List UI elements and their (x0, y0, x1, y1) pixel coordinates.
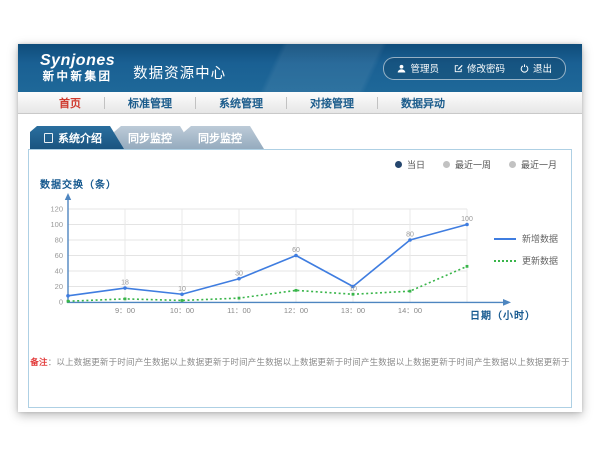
svg-text:10: 10 (178, 286, 186, 293)
svg-text:0: 0 (59, 298, 63, 307)
svg-text:30: 30 (235, 270, 243, 277)
chart-y-axis-title: 数据交换（条） (40, 176, 117, 191)
chart-legend: 新增数据 更新数据 (494, 232, 558, 267)
blue-line-sample-icon (494, 238, 516, 240)
svg-text:20: 20 (55, 282, 63, 291)
power-icon (520, 64, 529, 73)
nav-item-system-mgmt[interactable]: 系统管理 (196, 95, 286, 111)
tab-sync-monitor-1[interactable]: 同步监控 (114, 126, 194, 149)
svg-text:10: 10 (349, 286, 357, 293)
user-toolbar: 管理员 修改密码 退出 (383, 57, 566, 80)
legend-label: 更新数据 (522, 254, 558, 267)
svg-text:13：00: 13：00 (341, 306, 365, 315)
radio-label: 最近一月 (521, 158, 557, 171)
chart-x-axis-title: 日期（小时） (470, 307, 536, 322)
svg-text:40: 40 (55, 267, 63, 276)
footnote-label: 备注 (30, 357, 47, 367)
logout-button[interactable]: 退出 (520, 61, 552, 75)
logo-en-text: Synjones (40, 53, 115, 70)
tab-system-intro[interactable]: 系统介绍 (30, 126, 124, 149)
change-password-label: 修改密码 (467, 61, 505, 75)
tab-sync-monitor-2[interactable]: 同步监控 (184, 126, 264, 149)
svg-text:60: 60 (55, 251, 63, 260)
company-logo: Synjones 新中新集团 (40, 53, 115, 84)
svg-text:10：00: 10：00 (170, 306, 194, 315)
radio-label: 当日 (407, 158, 425, 171)
svg-text:11：00: 11：00 (227, 306, 251, 315)
radio-dot-icon (395, 161, 402, 168)
logo-cn-text: 新中新集团 (40, 71, 115, 83)
svg-text:100: 100 (50, 220, 63, 229)
tab-label: 同步监控 (128, 130, 172, 146)
radio-dot-icon (509, 161, 516, 168)
change-password-button[interactable]: 修改密码 (454, 61, 505, 75)
svg-text:100: 100 (461, 216, 473, 223)
svg-text:9：00: 9：00 (115, 306, 135, 315)
svg-text:14：00: 14：00 (398, 306, 422, 315)
legend-item-updated-data[interactable]: 更新数据 (494, 254, 558, 267)
svg-text:80: 80 (406, 232, 414, 239)
svg-text:12：00: 12：00 (284, 306, 308, 315)
time-range-filter: 当日 最近一周 最近一月 (395, 158, 557, 171)
user-menu[interactable]: 管理员 (397, 61, 439, 75)
nav-item-data-change[interactable]: 数据异动 (378, 95, 468, 111)
page-card: Synjones 新中新集团 数据资源中心 管理员 修改密码 退出 (18, 44, 582, 412)
page-title: 数据资源中心 (133, 62, 226, 83)
app-header: Synjones 新中新集团 数据资源中心 管理员 修改密码 退出 (18, 44, 582, 92)
nav-item-interface-mgmt[interactable]: 对接管理 (287, 95, 377, 111)
edit-icon (454, 64, 463, 73)
user-icon (397, 64, 406, 73)
svg-text:18: 18 (121, 280, 129, 287)
document-icon (44, 133, 53, 143)
nav-item-home[interactable]: 首页 (36, 95, 104, 111)
main-nav: 首页 标准管理 系统管理 对接管理 数据异动 (18, 92, 582, 114)
tab-label: 系统介绍 (58, 130, 102, 146)
tab-label: 同步监控 (198, 130, 242, 146)
radio-last-month[interactable]: 最近一月 (509, 158, 557, 171)
radio-label: 最近一周 (455, 158, 491, 171)
footnote-text: ：以上数据更新于时间产生数据以上数据更新于时间产生数据以上数据更新于时间产生数据… (48, 357, 570, 367)
svg-text:60: 60 (292, 247, 300, 254)
radio-dot-icon (443, 161, 450, 168)
radio-last-week[interactable]: 最近一周 (443, 158, 491, 171)
nav-item-standard-mgmt[interactable]: 标准管理 (105, 95, 195, 111)
footnote: 备注：以上数据更新于时间产生数据以上数据更新于时间产生数据以上数据更新于时间产生… (29, 356, 571, 368)
content-panel: 当日 最近一周 最近一月 数据交换（条） 0 20 40 60 80 100 120 9：00… (28, 149, 572, 408)
logout-label: 退出 (533, 61, 552, 75)
green-dotted-sample-icon (494, 260, 516, 262)
legend-label: 新增数据 (522, 232, 558, 245)
tab-bar: 系统介绍 同步监控 同步监控 (18, 126, 582, 149)
svg-text:120: 120 (50, 205, 63, 214)
radio-today[interactable]: 当日 (395, 158, 425, 171)
user-label: 管理员 (410, 61, 439, 75)
legend-item-new-data[interactable]: 新增数据 (494, 232, 558, 245)
svg-text:80: 80 (55, 236, 63, 245)
